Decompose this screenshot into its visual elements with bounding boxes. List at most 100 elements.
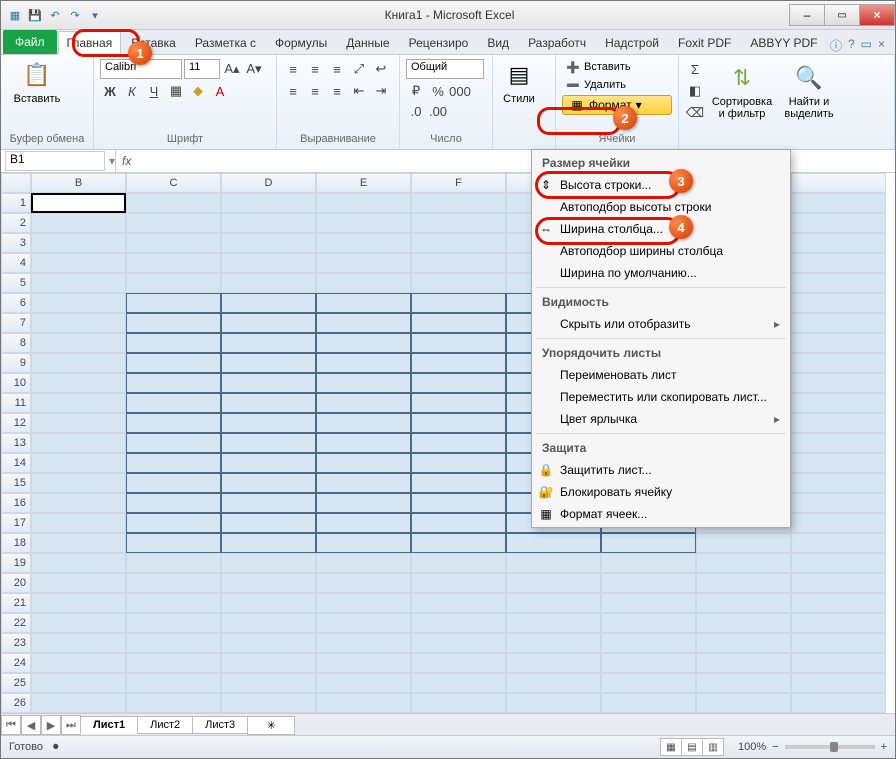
cell[interactable]: [316, 353, 411, 373]
macro-record-icon[interactable]: ⏺: [53, 741, 59, 754]
view-layout-icon[interactable]: ▤: [681, 738, 703, 756]
tab-abbyy[interactable]: ABBYY PDF: [741, 31, 826, 54]
tab-review[interactable]: Рецензиро: [400, 31, 478, 54]
cell[interactable]: [316, 693, 411, 713]
cell[interactable]: [316, 573, 411, 593]
ribbon-info-icon[interactable]: ⓘ: [830, 37, 842, 54]
cell[interactable]: [126, 673, 221, 693]
cell[interactable]: [126, 413, 221, 433]
number-format-select[interactable]: Общий: [406, 59, 484, 79]
cell[interactable]: [696, 553, 791, 573]
row-header[interactable]: 8: [1, 333, 31, 353]
cell[interactable]: [31, 693, 126, 713]
ribbon-close-doc-icon[interactable]: ×: [878, 37, 885, 54]
clear-icon[interactable]: ⌫: [685, 103, 705, 123]
cell[interactable]: [221, 353, 316, 373]
align-mid-icon[interactable]: ≡: [305, 59, 325, 79]
cell[interactable]: [791, 673, 886, 693]
cell[interactable]: [126, 293, 221, 313]
cell[interactable]: [31, 673, 126, 693]
menu-hide-show[interactable]: Скрыть или отобразить▸: [532, 313, 790, 335]
cell[interactable]: [506, 613, 601, 633]
cell[interactable]: [316, 453, 411, 473]
maximize-button[interactable]: [824, 4, 860, 26]
cell[interactable]: [791, 693, 886, 713]
row-header[interactable]: 10: [1, 373, 31, 393]
cell[interactable]: [411, 613, 506, 633]
col-header[interactable]: F: [411, 173, 506, 193]
cell[interactable]: [411, 213, 506, 233]
currency-icon[interactable]: ₽: [406, 81, 426, 101]
cell[interactable]: [126, 493, 221, 513]
underline-button[interactable]: Ч: [144, 81, 164, 101]
dec-increase-icon[interactable]: .0: [406, 101, 426, 121]
cell[interactable]: [696, 573, 791, 593]
cell[interactable]: [411, 333, 506, 353]
sheet-nav-next-icon[interactable]: ▶: [41, 715, 61, 735]
cell[interactable]: [601, 633, 696, 653]
cell[interactable]: [316, 673, 411, 693]
cell[interactable]: [411, 273, 506, 293]
cell[interactable]: [126, 453, 221, 473]
tab-data[interactable]: Данные: [337, 31, 398, 54]
cell[interactable]: [221, 693, 316, 713]
cell[interactable]: [506, 593, 601, 613]
row-header[interactable]: 11: [1, 393, 31, 413]
cell[interactable]: [221, 273, 316, 293]
cell[interactable]: [791, 313, 886, 333]
menu-tab-color[interactable]: Цвет ярлычка▸: [532, 408, 790, 430]
cell[interactable]: [411, 553, 506, 573]
cell[interactable]: [411, 253, 506, 273]
row-header[interactable]: 2: [1, 213, 31, 233]
close-button[interactable]: [859, 4, 895, 26]
menu-col-width[interactable]: ⇔Ширина столбца...: [532, 218, 790, 240]
cell[interactable]: [31, 453, 126, 473]
cell[interactable]: [31, 533, 126, 553]
sheet-nav-first-icon[interactable]: ⏮: [1, 715, 21, 735]
cell[interactable]: [791, 253, 886, 273]
cell[interactable]: [791, 433, 886, 453]
wrap-text-icon[interactable]: ↩: [371, 59, 391, 79]
orientation-icon[interactable]: ⤢: [349, 59, 369, 79]
cell[interactable]: [696, 613, 791, 633]
cell[interactable]: [411, 313, 506, 333]
sort-filter-button[interactable]: ⇅ Сортировка и фильтр: [709, 62, 775, 120]
cell[interactable]: [696, 653, 791, 673]
cell[interactable]: [601, 553, 696, 573]
menu-row-height[interactable]: ⇕Высота строки...: [532, 174, 790, 196]
cell[interactable]: [126, 373, 221, 393]
cell[interactable]: [791, 193, 886, 213]
cell[interactable]: [126, 513, 221, 533]
cell[interactable]: [31, 213, 126, 233]
cell[interactable]: [316, 533, 411, 553]
row-header[interactable]: 26: [1, 693, 31, 713]
row-header[interactable]: 3: [1, 233, 31, 253]
cell[interactable]: [506, 533, 601, 553]
cell[interactable]: [791, 353, 886, 373]
cell[interactable]: [316, 313, 411, 333]
insert-cells-button[interactable]: ➕Вставить: [562, 59, 672, 75]
cell[interactable]: [31, 573, 126, 593]
cell[interactable]: [221, 373, 316, 393]
font-name-select[interactable]: Calibri: [100, 59, 182, 79]
cell[interactable]: [411, 493, 506, 513]
cell[interactable]: [221, 233, 316, 253]
cell[interactable]: [601, 673, 696, 693]
font-color-icon[interactable]: A: [210, 81, 230, 101]
cell[interactable]: [411, 413, 506, 433]
cell[interactable]: [411, 653, 506, 673]
menu-move-copy-sheet[interactable]: Переместить или скопировать лист...: [532, 386, 790, 408]
cell[interactable]: [696, 533, 791, 553]
grow-font-icon[interactable]: A▴: [222, 59, 242, 79]
cell[interactable]: [126, 213, 221, 233]
cell[interactable]: [316, 593, 411, 613]
redo-icon[interactable]: ↷: [67, 7, 83, 23]
cell[interactable]: [221, 653, 316, 673]
cell[interactable]: [316, 413, 411, 433]
paste-button[interactable]: 📋 Вставить: [7, 59, 67, 105]
tab-formulas[interactable]: Формулы: [266, 31, 336, 54]
fill-color-icon[interactable]: ◆: [188, 81, 208, 101]
cell[interactable]: [601, 613, 696, 633]
cell[interactable]: [791, 453, 886, 473]
indent-dec-icon[interactable]: ⇤: [349, 81, 369, 101]
